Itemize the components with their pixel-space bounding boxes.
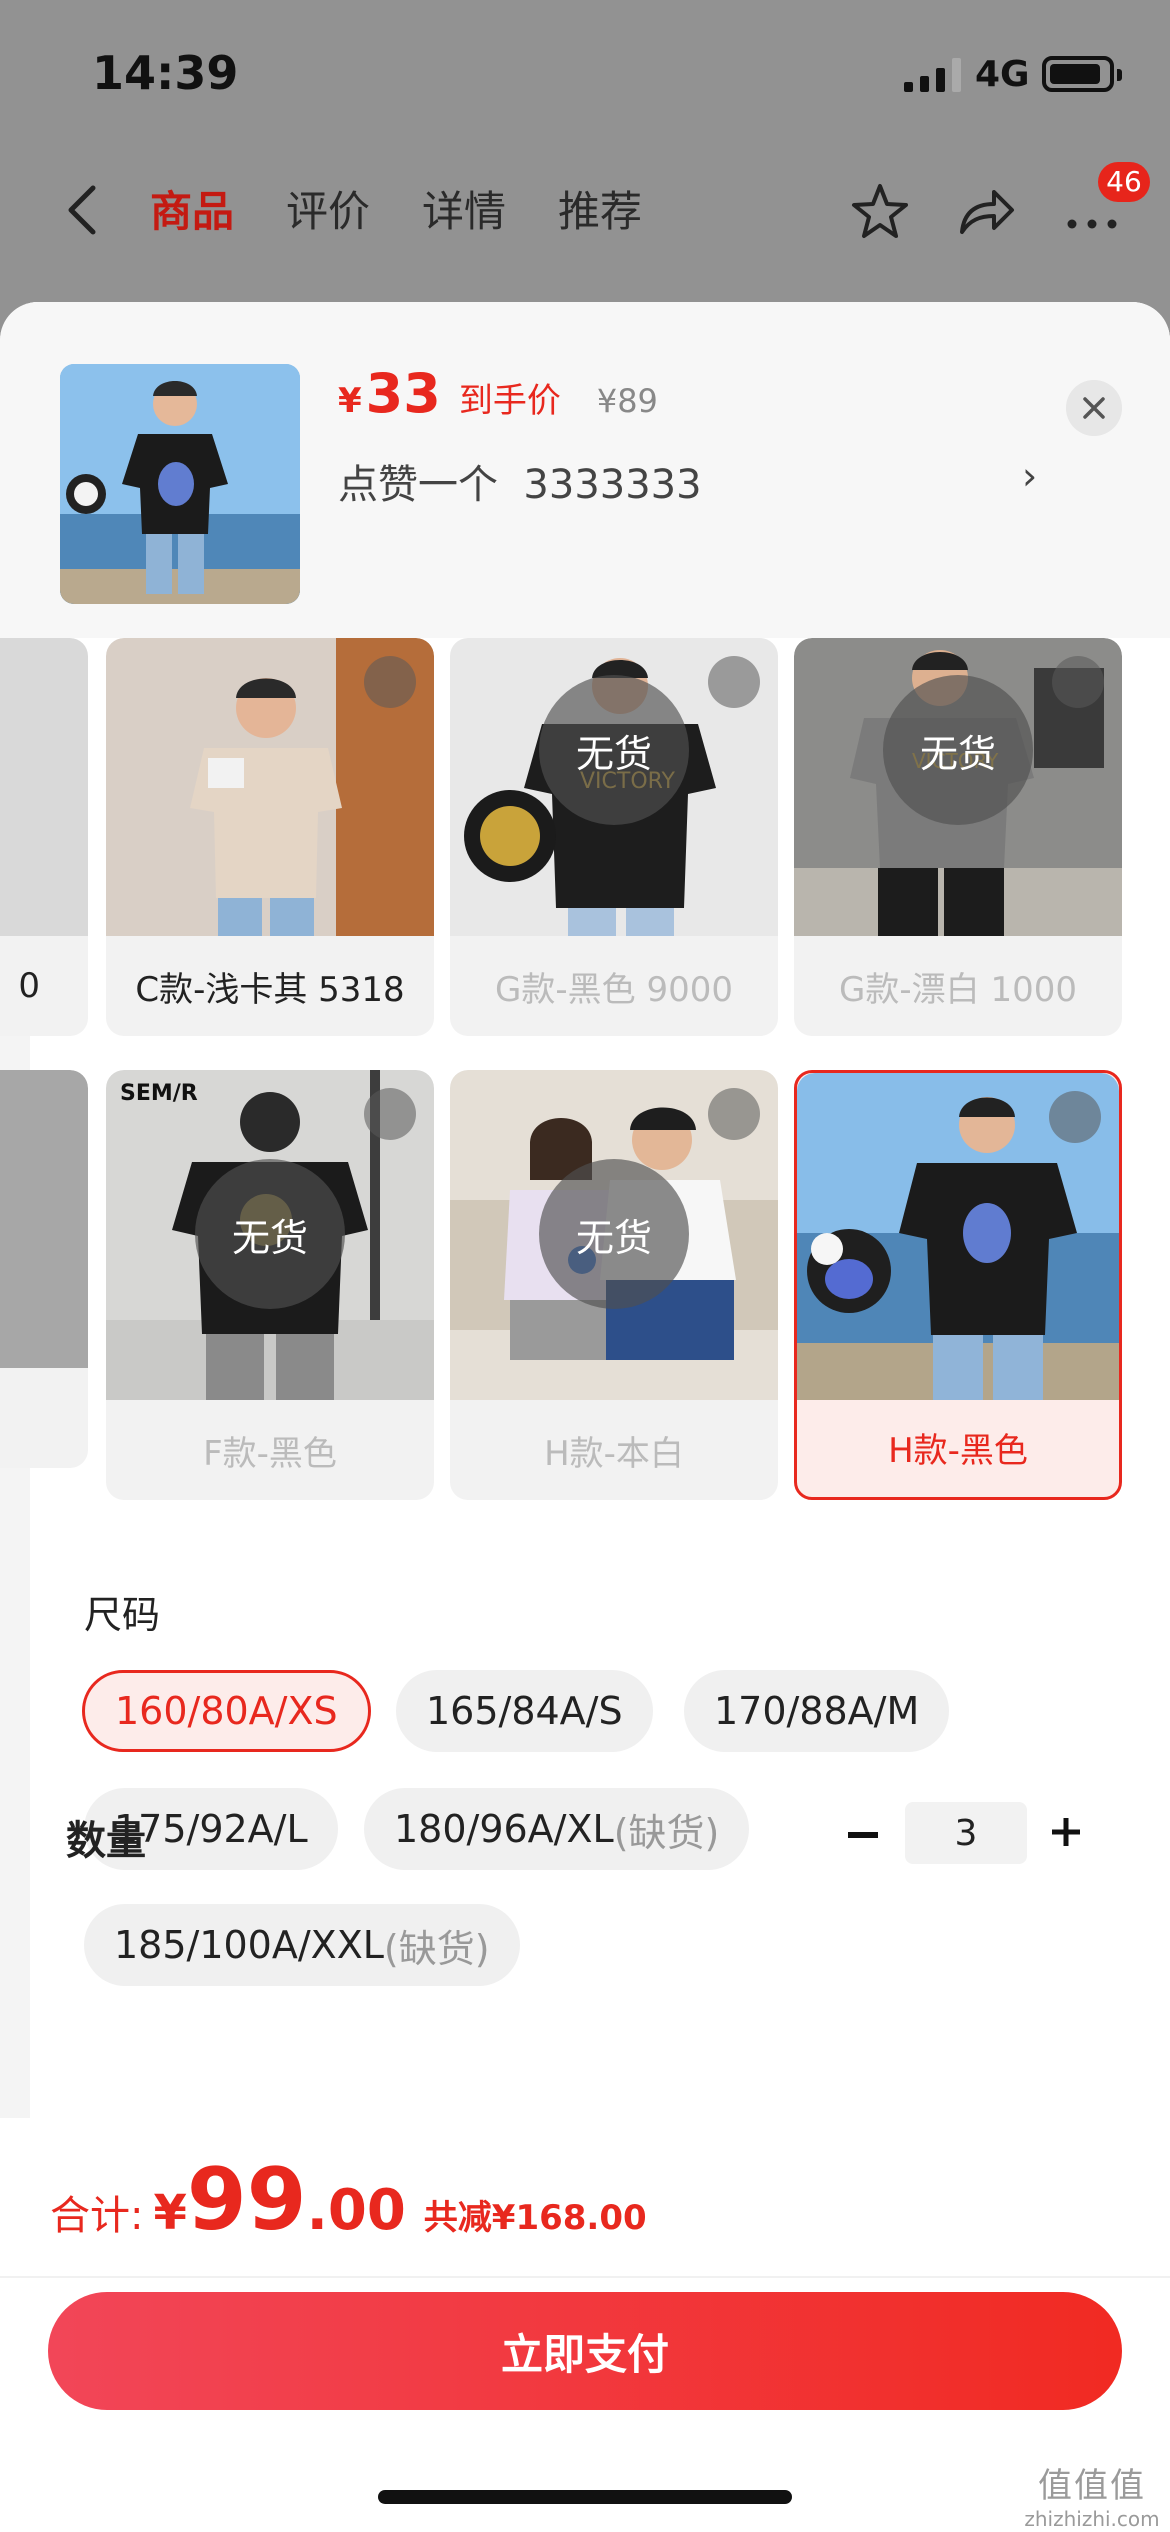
variant-card-partial[interactable]: 0: [0, 638, 88, 1036]
product-thumbnail: [60, 364, 300, 604]
out-of-stock-badge: 无货: [539, 1159, 689, 1309]
size-chip[interactable]: 170/88A/M: [684, 1670, 950, 1752]
top-navigation: 商品 评价 详情 推荐: [0, 150, 1170, 270]
minus-icon[interactable]: [848, 1832, 878, 1838]
out-of-stock-badge: 无货: [883, 675, 1033, 825]
variant-card-selected[interactable]: H款-黑色: [794, 1070, 1122, 1500]
svg-text:SEM/R: SEM/R: [120, 1081, 198, 1106]
total-decimal: .00: [306, 2178, 406, 2243]
home-indicator: [378, 2490, 792, 2504]
quantity-title: 数量: [66, 1818, 146, 1864]
quantity-value[interactable]: 3: [905, 1802, 1027, 1864]
size-chip[interactable]: 180/96A/XL (缺货): [364, 1788, 750, 1870]
variant-card[interactable]: 无货 H款-本白: [450, 1070, 778, 1500]
expand-icon[interactable]: [1049, 1091, 1101, 1143]
product-thumbnail-image: [60, 364, 300, 604]
sheet-header: ¥ 33 到手价 ¥89 点赞一个 3333333 ›: [0, 302, 1170, 638]
expand-icon[interactable]: [708, 656, 760, 708]
tab-product[interactable]: 商品: [150, 178, 234, 239]
expand-icon[interactable]: [1052, 656, 1104, 708]
variant-card[interactable]: SEM/R 无货 F款-黑色: [106, 1070, 434, 1500]
expand-icon[interactable]: [364, 656, 416, 708]
battery-icon: [1042, 56, 1122, 92]
notification-badge: 46: [1098, 162, 1150, 202]
final-price: 33: [365, 362, 441, 425]
price-row: ¥ 33 到手价 ¥89: [338, 362, 658, 425]
size-title: 尺码: [84, 1593, 161, 1637]
tab-details[interactable]: 详情: [422, 178, 506, 239]
expand-icon[interactable]: [364, 1088, 416, 1140]
size-chip-selected[interactable]: 160/80A/XS: [82, 1670, 371, 1752]
variant-label: G款-漂白 1000: [839, 969, 1077, 1010]
tab-recommend[interactable]: 推荐: [558, 178, 642, 239]
share-icon[interactable]: [954, 180, 1018, 244]
nav-tabs: 商品 评价 详情 推荐: [150, 178, 642, 239]
total-integer: 99: [186, 2150, 307, 2250]
variant-card-partial[interactable]: [0, 1070, 88, 1468]
out-of-stock-badge: 无货: [539, 675, 689, 825]
variant-label: C款-浅卡其 5318: [135, 969, 405, 1010]
watermark: 值值值 zhizhizhi.com: [1024, 2466, 1160, 2531]
variant-card[interactable]: C款-浅卡其 5318: [106, 638, 434, 1036]
star-icon[interactable]: [848, 180, 912, 244]
price-tag: 到手价: [458, 381, 561, 421]
back-arrow-icon[interactable]: [55, 180, 115, 240]
size-chip[interactable]: 165/84A/S: [396, 1670, 653, 1752]
close-icon[interactable]: [1066, 380, 1122, 436]
status-bar: 14:39 4G: [0, 0, 1170, 150]
variant-card[interactable]: VICTORY 无货 G款-漂白 1000: [794, 638, 1122, 1036]
variant-label: H款-黑色: [888, 1430, 1028, 1471]
pay-now-button[interactable]: 立即支付: [48, 2292, 1122, 2410]
variant-label: G款-黑色 9000: [495, 969, 733, 1010]
variant-card[interactable]: VICTORY 无货 G款-黑色 9000: [450, 638, 778, 1036]
tab-reviews[interactable]: 评价: [286, 178, 370, 239]
signal-icon: [904, 58, 961, 92]
plus-icon[interactable]: [1050, 1816, 1082, 1848]
discount-text: 共减¥168.00: [423, 2198, 647, 2238]
variant-label: F款-黑色: [203, 1433, 337, 1474]
like-text[interactable]: 点赞一个 3333333: [338, 452, 702, 510]
status-time: 14:39: [92, 46, 239, 100]
total-label: 合计:: [50, 2193, 144, 2239]
original-price: ¥89: [596, 382, 658, 420]
chevron-right-icon[interactable]: ›: [1022, 454, 1037, 498]
variant-label: H款-本白: [544, 1433, 684, 1474]
price-currency: ¥: [338, 381, 362, 421]
size-chip[interactable]: 185/100A/XXL (缺货): [84, 1904, 520, 1986]
expand-icon[interactable]: [708, 1088, 760, 1140]
variant-grid: 0 C款-浅卡其 5318 无货 G款-黑色 9000 无货 G款-漂白 100…: [0, 638, 1170, 1518]
total-currency: ¥: [153, 2185, 187, 2241]
total-row: 合计: ¥ 99 .00 共减¥168.00: [50, 2150, 647, 2250]
divider: [0, 2276, 1170, 2278]
network-label: 4G: [975, 54, 1030, 95]
out-of-stock-badge: 无货: [195, 1159, 345, 1309]
